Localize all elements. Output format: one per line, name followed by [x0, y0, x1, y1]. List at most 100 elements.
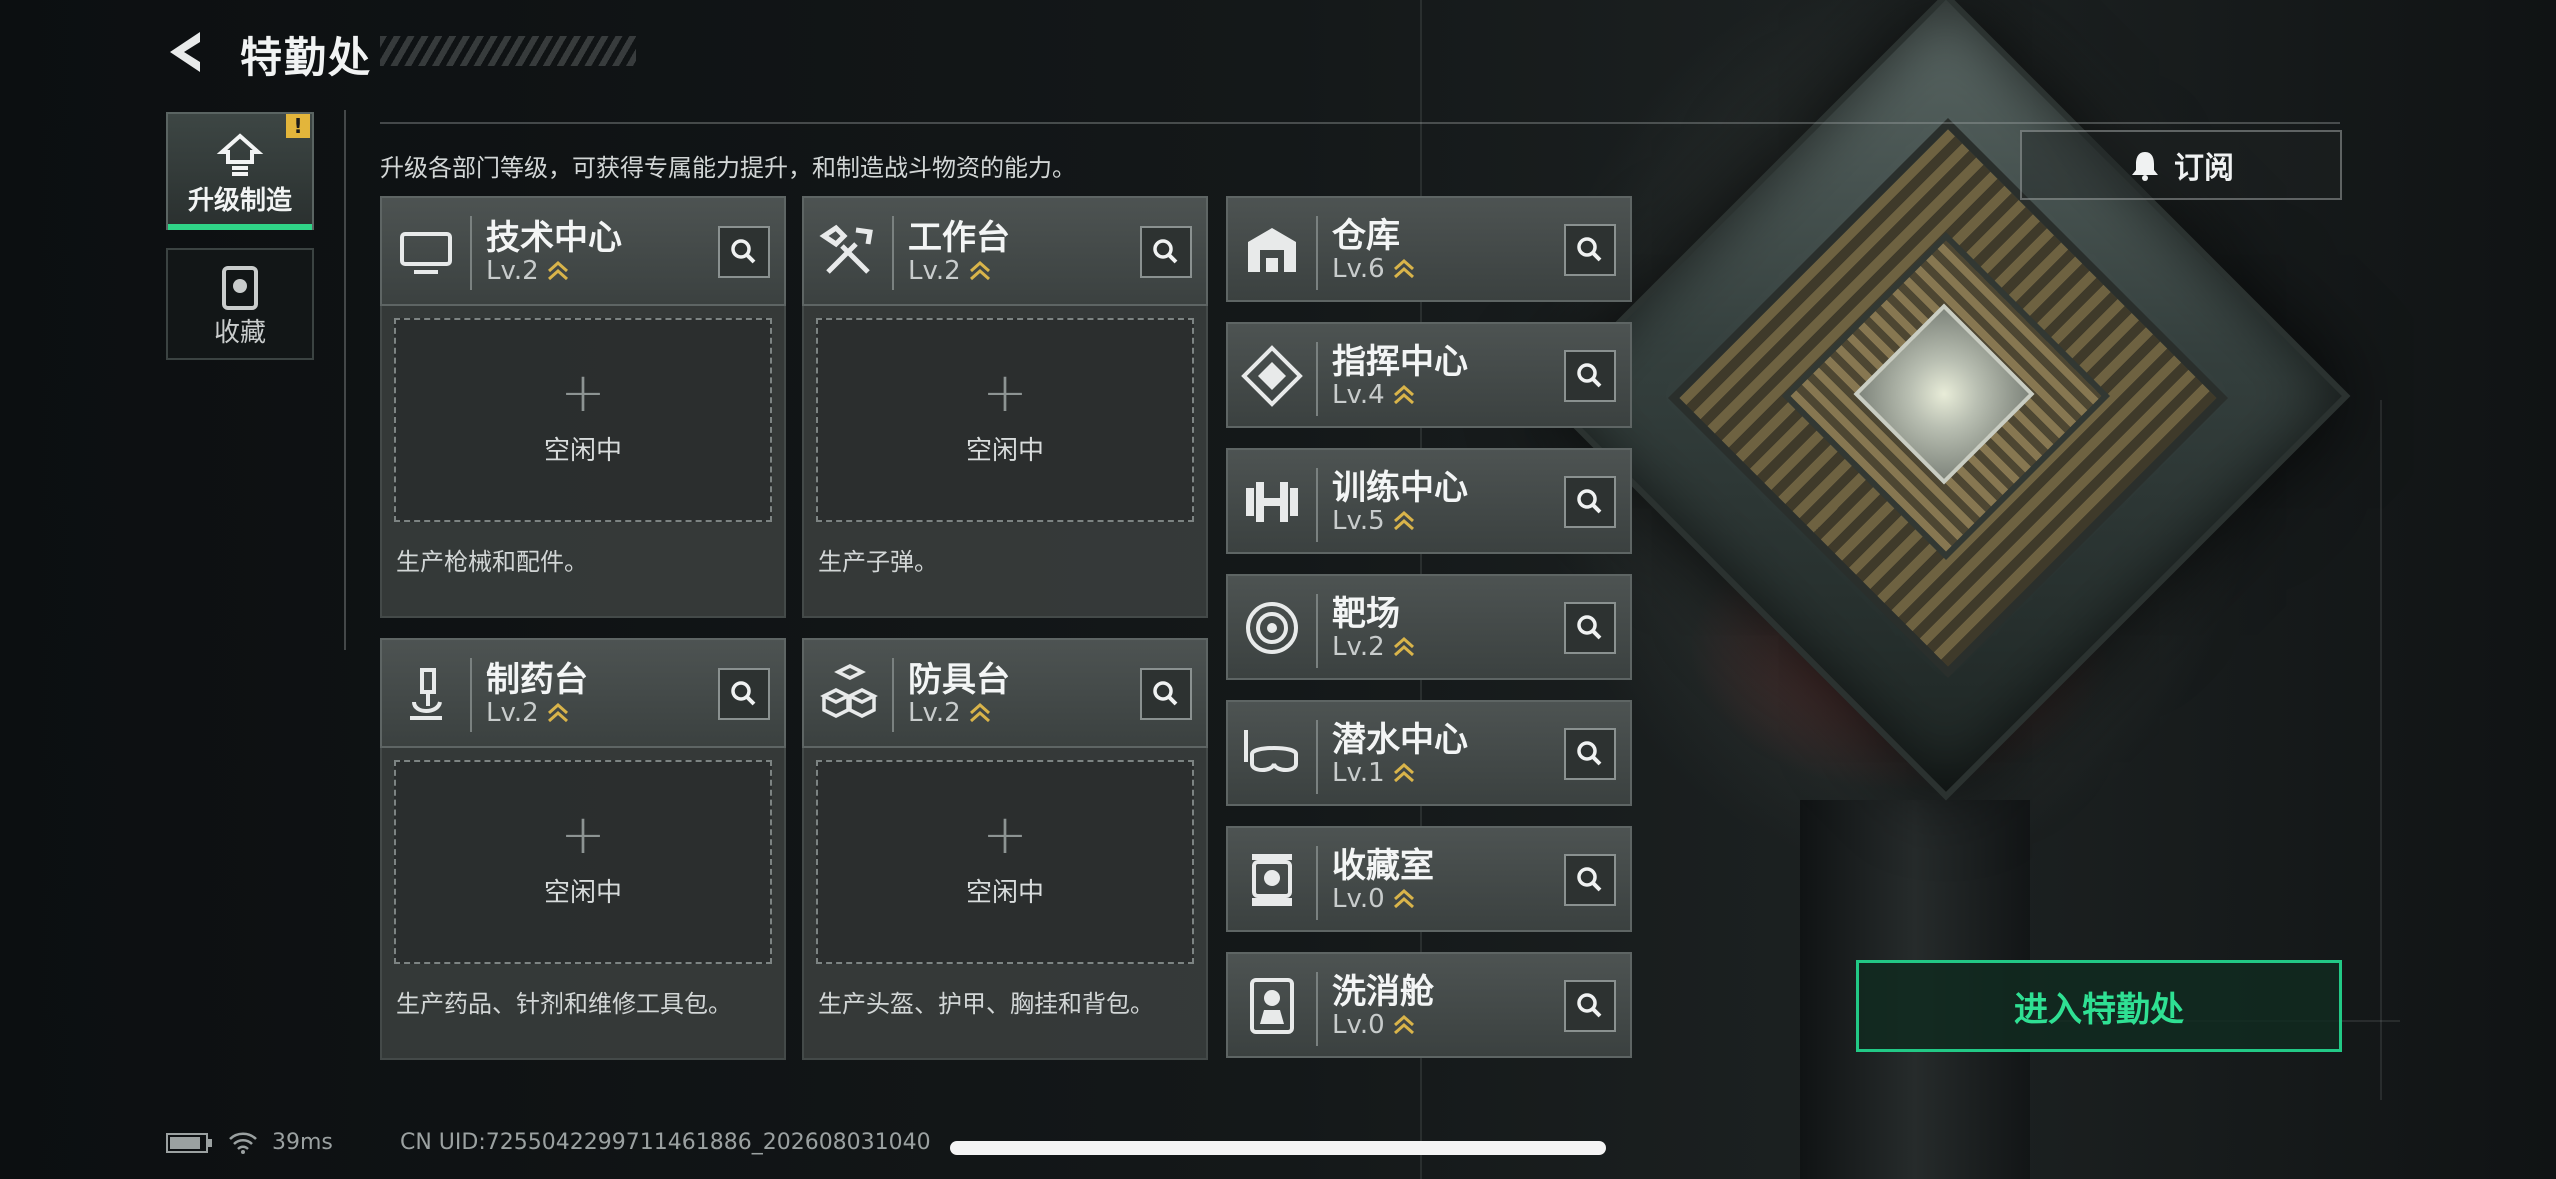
warning-badge: ! [286, 114, 310, 138]
tab-label: 升级制造 [187, 186, 292, 216]
search-button[interactable] [1564, 224, 1616, 276]
facility-level: Lv.0 [1332, 884, 1415, 914]
upgrade-chevron-icon [1393, 762, 1414, 782]
home-indicator[interactable] [950, 1141, 1606, 1155]
tab-collection[interactable]: 收藏 [166, 248, 314, 360]
dept-name: 工作台 [908, 218, 1010, 258]
dept-level: Lv.2 [908, 698, 991, 728]
dept-card-armor-bench: 防具台 Lv.2 + 空闲中 生产头盔、护甲、胸挂和背包。 [802, 638, 1208, 1060]
facility-warehouse[interactable]: 仓库 Lv.6 [1226, 196, 1632, 302]
user-uid: CN UID:7255042299711461886_202608031040 [400, 1130, 931, 1155]
divider [344, 110, 346, 650]
production-slot[interactable]: + 空闲中 [816, 318, 1194, 522]
page-description: 升级各部门等级，可获得专属能力提升，和制造战斗物资的能力。 [380, 154, 1076, 182]
battery-icon [166, 1132, 212, 1153]
produce-desc: 生产药品、针剂和维修工具包。 [396, 990, 732, 1018]
diving-mask-icon [1244, 730, 1298, 772]
ping-value: 39ms [272, 1130, 333, 1155]
upgrade-chevron-icon [1393, 636, 1414, 656]
dept-name: 防具台 [908, 660, 1010, 700]
decon-suit-icon [1250, 978, 1294, 1034]
target-icon [1246, 602, 1298, 654]
facility-training-center[interactable]: 训练中心 Lv.5 [1226, 448, 1632, 554]
upgrade-icon [216, 133, 264, 176]
command-diamond-icon [1241, 345, 1303, 407]
search-button[interactable] [1140, 668, 1192, 720]
facility-collection-room[interactable]: 收藏室 Lv.0 [1226, 826, 1632, 932]
facility-level: Lv.6 [1332, 254, 1415, 284]
search-button[interactable] [1564, 476, 1616, 528]
dept-header[interactable]: 制药台 Lv.2 [380, 638, 786, 748]
facility-level: Lv.1 [1332, 758, 1415, 788]
dept-card-workbench: 工作台 Lv.2 + 空闲中 生产子弹。 [802, 196, 1208, 618]
production-slot[interactable]: + 空闲中 [816, 760, 1194, 964]
dept-name: 制药台 [486, 660, 588, 700]
search-icon [1577, 741, 1602, 766]
produce-desc: 生产子弹。 [818, 548, 938, 576]
upgrade-chevron-icon [1393, 384, 1414, 404]
enter-special-ops-button[interactable]: 进入特勤处 [1856, 960, 2342, 1052]
facility-command-center[interactable]: 指挥中心 Lv.4 [1226, 322, 1632, 428]
search-icon [1577, 237, 1602, 262]
back-button[interactable] [160, 26, 212, 78]
dept-card-tech-center: 技术中心 Lv.2 + 空闲中 生产枪械和配件。 [380, 196, 786, 618]
search-button[interactable] [718, 668, 770, 720]
dept-name: 技术中心 [486, 218, 622, 258]
back-arrow-icon [170, 32, 200, 72]
facility-level: Lv.0 [1332, 1010, 1415, 1040]
facility-name: 洗消舱 [1332, 972, 1434, 1012]
warehouse-icon [1248, 228, 1296, 272]
dept-level: Lv.2 [908, 256, 991, 286]
dept-header[interactable]: 工作台 Lv.2 [802, 196, 1208, 306]
plus-icon: + [560, 361, 606, 424]
subscribe-button[interactable]: 订阅 [2020, 130, 2342, 200]
dept-body: + 空闲中 生产头盔、护甲、胸挂和背包。 [802, 748, 1208, 1060]
tab-upgrade-manufacture[interactable]: ! 升级制造 [166, 112, 314, 230]
production-slot[interactable]: + 空闲中 [394, 760, 772, 964]
search-icon [1577, 489, 1602, 514]
search-button[interactable] [1564, 980, 1616, 1032]
slot-status: 空闲中 [543, 878, 622, 908]
facility-name: 靶场 [1332, 594, 1400, 634]
facility-shooting-range[interactable]: 靶场 Lv.2 [1226, 574, 1632, 680]
upgrade-chevron-icon [1393, 888, 1414, 908]
search-icon [731, 681, 756, 706]
search-button[interactable] [1564, 854, 1616, 906]
dept-body: + 空闲中 生产枪械和配件。 [380, 306, 786, 618]
facility-name: 训练中心 [1332, 468, 1468, 508]
page-title: 特勤处 [240, 33, 373, 82]
dept-header[interactable]: 防具台 Lv.2 [802, 638, 1208, 748]
facility-decon-chamber[interactable]: 洗消舱 Lv.0 [1226, 952, 1632, 1058]
dept-card-pharmacy: 制药台 Lv.2 + 空闲中 生产药品、针剂和维修工具包。 [380, 638, 786, 1060]
facility-name: 收藏室 [1332, 846, 1434, 886]
search-button[interactable] [1140, 226, 1192, 278]
search-icon [1153, 239, 1178, 264]
subscribe-label: 订阅 [2174, 151, 2234, 186]
microscope-icon [410, 668, 442, 720]
dept-body: + 空闲中 生产子弹。 [802, 306, 1208, 618]
plus-icon: + [982, 803, 1028, 866]
search-button[interactable] [1564, 350, 1616, 402]
slot-status: 空闲中 [965, 878, 1044, 908]
search-icon [1577, 615, 1602, 640]
tools-icon [819, 224, 873, 274]
search-button[interactable] [1564, 602, 1616, 654]
plus-icon: + [982, 361, 1028, 424]
produce-desc: 生产枪械和配件。 [396, 548, 588, 576]
display-case-icon [1252, 854, 1292, 906]
production-slot[interactable]: + 空闲中 [394, 318, 772, 522]
search-icon [1577, 867, 1602, 892]
slot-status: 空闲中 [543, 436, 622, 466]
facility-diving-center[interactable]: 潜水中心 Lv.1 [1226, 700, 1632, 806]
facility-level: Lv.4 [1332, 380, 1415, 410]
search-button[interactable] [718, 226, 770, 278]
produce-desc: 生产头盔、护甲、胸挂和背包。 [818, 990, 1154, 1018]
upgrade-chevron-icon [969, 702, 990, 722]
dept-header[interactable]: 技术中心 Lv.2 [380, 196, 786, 306]
facility-name: 仓库 [1332, 216, 1400, 256]
search-button[interactable] [1564, 728, 1616, 780]
facility-name: 指挥中心 [1332, 342, 1468, 382]
dept-body: + 空闲中 生产药品、针剂和维修工具包。 [380, 748, 786, 1060]
upgrade-chevron-icon [547, 702, 568, 722]
search-icon [1577, 363, 1602, 388]
